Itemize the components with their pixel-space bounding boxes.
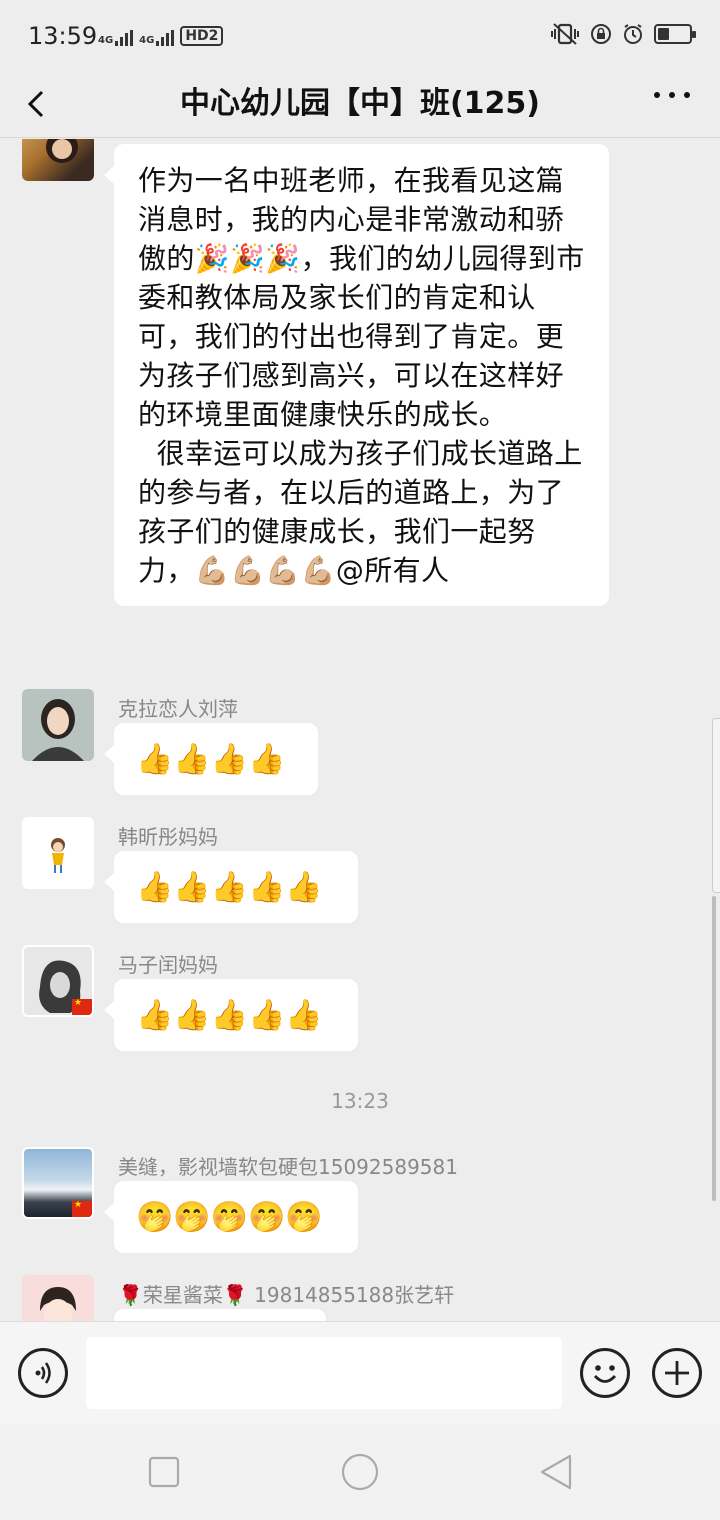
message-text: 很幸运可以成为孩子们成长道路上的参与者，在以后的道路上，为了孩子们的健康成长，我… <box>138 437 583 587</box>
sender-name: 美缝，影视墙软包硬包15092589581 <box>118 1155 458 1179</box>
avatar[interactable] <box>22 689 94 761</box>
back-nav-icon[interactable] <box>538 1454 574 1490</box>
hd-voice-badge: HD2 <box>180 26 224 46</box>
rotation-lock-icon <box>591 24 611 44</box>
input-bar <box>0 1321 720 1424</box>
message-bubble[interactable] <box>114 1309 326 1321</box>
avatar-image <box>22 1275 94 1321</box>
status-time: 13:59 <box>28 22 98 50</box>
vibrate-icon <box>551 23 579 45</box>
signal-bars-icon <box>115 30 134 46</box>
sender-name: 克拉恋人刘萍 <box>118 697 238 721</box>
status-right-icons <box>550 22 696 46</box>
scrollbar-thumb[interactable] <box>712 896 716 1201</box>
alarm-icon <box>624 24 642 44</box>
china-flag-icon <box>72 1200 92 1217</box>
avatar[interactable] <box>22 817 94 889</box>
message-input[interactable] <box>86 1337 562 1409</box>
recent-apps-icon[interactable] <box>148 1456 180 1488</box>
message-list[interactable]: 作为一名中班老师，在我看见这篇消息时，我的内心是非常激动和骄傲的🎉🎉🎉，我们的幼… <box>0 139 720 1321</box>
signal-bars-icon <box>156 30 175 46</box>
emoji-icon[interactable] <box>580 1348 630 1398</box>
signal-1: 4G <box>98 30 134 46</box>
chat-title: 中心幼儿园【中】班(125) <box>179 86 541 121</box>
avatar-image <box>51 838 65 873</box>
timestamp-separator: 13:23 <box>331 1089 389 1113</box>
more-dots-icon[interactable] <box>654 92 690 98</box>
message-text: 👍👍👍👍👍 <box>136 869 323 905</box>
sender-name: 🌹荣星酱菜🌹 19814855188张艺轩 <box>118 1283 455 1307</box>
chat-header: 中心幼儿园【中】班(125) <box>0 70 720 138</box>
network-type-1: 4G <box>98 35 114 46</box>
sender-name: 韩昕彤妈妈 <box>118 825 218 849</box>
avatar[interactable] <box>22 1147 94 1219</box>
sender-name: 马子闰妈妈 <box>118 953 218 977</box>
avatar[interactable] <box>22 139 94 181</box>
voice-icon[interactable] <box>18 1348 68 1398</box>
home-icon[interactable] <box>340 1452 380 1492</box>
message-bubble[interactable]: 作为一名中班老师，在我看见这篇消息时，我的内心是非常激动和骄傲的🎉🎉🎉，我们的幼… <box>104 144 609 606</box>
signal-2: 4G <box>139 30 175 46</box>
avatar[interactable] <box>22 1275 94 1321</box>
message-text: 👍👍👍👍 <box>136 741 286 777</box>
scrollbar-track[interactable] <box>712 718 720 893</box>
battery-icon <box>654 24 696 44</box>
avatar[interactable] <box>22 945 94 1017</box>
plus-icon[interactable] <box>652 1348 702 1398</box>
avatar-image <box>22 689 94 761</box>
message-text: 🤭🤭🤭🤭🤭 <box>136 1199 323 1235</box>
china-flag-icon <box>72 998 92 1015</box>
avatar-image <box>46 139 78 163</box>
message-text: 👍👍👍👍👍 <box>136 997 323 1033</box>
message-bubble[interactable]: 🤭🤭🤭🤭🤭 <box>104 1181 358 1253</box>
message-bubble[interactable]: 👍👍👍👍 <box>104 723 318 795</box>
network-type-2: 4G <box>139 35 155 46</box>
status-bar: 13:59 4G 4G HD2 <box>0 0 720 70</box>
message-bubble[interactable]: 👍👍👍👍👍 <box>104 979 358 1051</box>
system-nav-bar <box>0 1424 720 1520</box>
message-bubble[interactable]: 👍👍👍👍👍 <box>104 851 358 923</box>
message-text: 作为一名中班老师，在我看见这篇消息时，我的内心是非常激动和骄傲的🎉🎉🎉，我们的幼… <box>138 164 585 431</box>
signal-indicators: 4G 4G HD2 <box>98 26 224 46</box>
